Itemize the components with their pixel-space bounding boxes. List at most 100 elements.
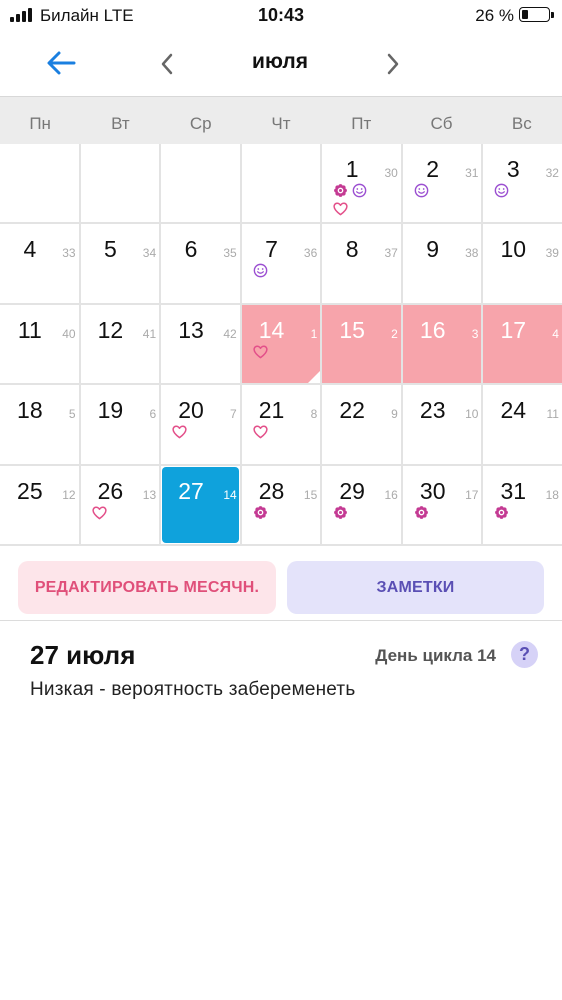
cycle-day-number: 18 [545,487,559,502]
calendar-empty-cell [161,144,240,223]
cycle-day-number: 41 [142,326,157,341]
cycle-day-number: 8 [310,407,318,422]
weekday-label: Чт [271,114,291,133]
chevron-left-icon [161,53,173,75]
day-number: 30 [419,477,446,504]
cycle-day-number: 17 [465,487,479,502]
calendar-day-cell[interactable]: 7 36 [241,224,321,303]
calendar-day-cell[interactable]: 18 5 [0,385,79,464]
day-number: 10 [500,236,527,263]
cycle-day-number: 10 [465,407,479,422]
calendar-day-cell[interactable]: 8 37 [322,224,401,303]
cycle-day-number: 35 [223,246,237,261]
calendar-empty-cell [241,144,321,223]
day-marks [91,504,135,522]
smile-icon [253,264,268,278]
calendar-day-cell[interactable]: 25 12 [0,465,79,544]
calendar-day-cell[interactable]: 6 35 [161,224,240,303]
weekday-label: Пт [351,114,372,133]
calendar-day-cell[interactable]: 31 18 [483,465,562,544]
day-marks [252,343,296,361]
calendar-day-cell[interactable]: 20 7 [161,385,240,464]
calendar-day-cell[interactable]: 29 16 [322,465,401,544]
calendar-day-cell[interactable]: 24 11 [483,385,562,464]
help-button[interactable]: ? [511,641,538,668]
day-number: 15 [339,316,365,343]
day-marks [493,182,537,200]
day-marks [252,423,296,441]
day-number: 21 [258,397,285,424]
cycle-day-number: 16 [384,487,398,502]
heart-icon [253,425,268,439]
day-number: 14 [258,316,285,343]
selected-date-title: 27 июля [30,640,136,670]
divider [0,620,562,621]
day-number: 22 [339,397,365,424]
calendar-day-cell[interactable]: 28 15 [241,465,321,544]
day-marks [413,504,457,522]
weekday-label: Сб [430,114,453,133]
flower-icon [253,505,267,519]
flower-icon [495,505,509,519]
calendar-day-cell[interactable]: 30 17 [402,465,482,544]
calendar-day-cell[interactable]: 27 14 [161,465,240,544]
calendar-day-cell[interactable]: 17 4 [483,304,562,384]
day-number: 8 [345,236,359,263]
day-number: 18 [17,397,43,424]
cycle-day-number: 33 [62,246,76,261]
day-number: 6 [184,236,198,263]
calendar-day-cell[interactable]: 26 13 [80,465,160,544]
day-number: 27 [178,477,204,504]
calendar-header: июля [0,36,562,92]
calendar-day-cell[interactable]: 5 34 [80,224,160,303]
calendar-day-cell[interactable]: 10 39 [483,224,562,303]
calendar-day-cell[interactable]: 9 38 [402,224,482,303]
day-number: 5 [104,236,117,263]
cycle-day-number: 34 [142,246,157,261]
calendar-day-cell[interactable]: 22 9 [322,385,401,464]
next-month-button[interactable] [382,50,404,78]
calendar-day-cell[interactable]: 15 2 [322,304,401,384]
day-number: 2 [426,156,440,182]
cycle-day-number: 9 [391,407,398,422]
calendar-day-cell[interactable]: 11 40 [0,304,79,384]
back-button[interactable] [44,48,78,78]
calendar-day-cell[interactable]: 2 31 [402,144,482,223]
month-title: июля [252,50,308,73]
day-number: 23 [419,397,446,424]
day-marks [493,504,537,522]
day-number: 13 [178,316,204,343]
day-number: 16 [419,316,446,343]
calendar-day-cell[interactable]: 23 10 [402,385,482,464]
calendar-day-cell[interactable]: 1 30 [322,144,401,223]
calendar-day-cell[interactable]: 4 33 [0,224,79,303]
notes-button[interactable]: ЗАМЕТКИ [287,561,544,614]
day-marks [332,504,376,522]
calendar-day-cell[interactable]: 21 8 [241,385,321,464]
calendar-day-cell[interactable]: 3 32 [483,144,562,223]
edit-period-button[interactable]: РЕДАКТИРОВАТЬ МЕСЯЧН. [18,561,276,614]
day-number: 7 [265,236,278,263]
cycle-day-number: 4 [552,326,559,341]
calendar-day-cell[interactable]: 19 6 [80,385,160,464]
day-number: 17 [500,316,527,343]
day-marks [252,504,296,522]
calendar-empty-cell [0,144,79,223]
weekday-label: Вт [111,114,130,133]
day-number: 11 [17,316,42,343]
cycle-day-label: День цикла 14 [375,646,496,665]
calendar-day-cell[interactable]: 13 42 [161,304,240,384]
calendar-day-cell[interactable]: 14 1 [241,304,321,384]
prev-month-button[interactable] [156,50,178,78]
flower-icon [414,505,428,519]
cycle-day-number: 31 [465,166,479,180]
day-number: 4 [23,236,37,263]
status-bar: Билайн LTE 10:43 26 % [0,0,562,32]
cycle-day-number: 3 [471,326,479,341]
calendar-day-cell[interactable]: 12 41 [80,304,160,384]
calendar-day-cell[interactable]: 16 3 [402,304,482,384]
cycle-day-number: 13 [142,487,157,502]
cycle-day-number: 12 [62,487,76,502]
battery-tip [551,12,554,18]
cycle-day-number: 37 [384,246,398,261]
